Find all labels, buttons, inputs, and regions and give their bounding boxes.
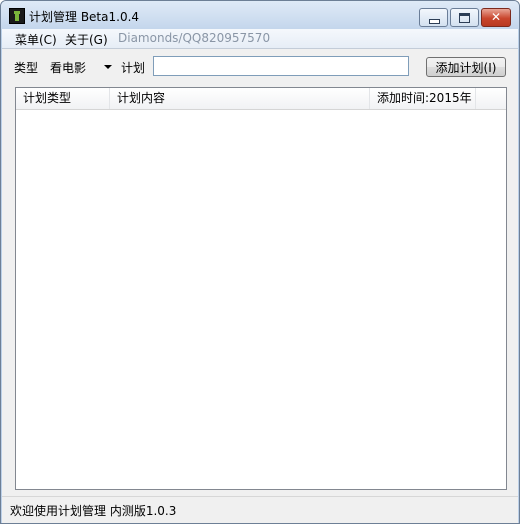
status-text: 欢迎使用计划管理 内测版1.0.3 <box>10 504 177 518</box>
type-dropdown[interactable]: 看电影 <box>47 56 116 78</box>
column-header-content[interactable]: 计划内容 <box>110 88 370 109</box>
app-icon[interactable] <box>9 8 25 24</box>
title-bar[interactable]: 计划管理 Beta1.0.4 ✕ <box>1 1 519 29</box>
maximize-button[interactable] <box>450 8 479 27</box>
menu-author-hint: Diamonds/QQ820957570 <box>118 31 271 45</box>
list-header: 计划类型 计划内容 添加时间:2015年 <box>16 88 506 110</box>
column-header-time[interactable]: 添加时间:2015年 <box>370 88 476 109</box>
maximize-icon <box>459 13 470 23</box>
menu-caidan[interactable]: 菜单(C) <box>15 31 57 48</box>
menu-bar: 菜单(C) 关于(G) Diamonds/QQ820957570 <box>2 29 518 49</box>
menu-guanyu[interactable]: 关于(G) <box>65 31 108 48</box>
app-window: 计划管理 Beta1.0.4 ✕ 菜单(C) 关于(G) Diamonds/QQ… <box>0 0 520 524</box>
add-plan-button[interactable]: 添加计划(I) <box>426 57 506 77</box>
plan-label: 计划 <box>121 61 146 75</box>
plan-list[interactable]: 计划类型 计划内容 添加时间:2015年 <box>15 87 507 490</box>
client-area: 类型 看电影 计划 添加计划(I) 计划类型 计划内容 添加时间:2015年 <box>2 49 518 496</box>
caption-buttons: ✕ <box>419 8 511 27</box>
close-icon: ✕ <box>491 10 502 24</box>
close-button[interactable]: ✕ <box>481 8 511 27</box>
chevron-down-icon[interactable] <box>104 65 112 69</box>
type-label: 类型 <box>14 61 39 75</box>
column-header-type[interactable]: 计划类型 <box>16 88 110 109</box>
minimize-icon <box>429 19 440 24</box>
plan-input[interactable] <box>153 56 409 76</box>
minimize-button[interactable] <box>419 8 448 27</box>
window-title: 计划管理 Beta1.0.4 <box>29 10 140 24</box>
type-dropdown-value: 看电影 <box>50 61 87 75</box>
status-bar: 欢迎使用计划管理 内测版1.0.3 <box>2 496 518 523</box>
